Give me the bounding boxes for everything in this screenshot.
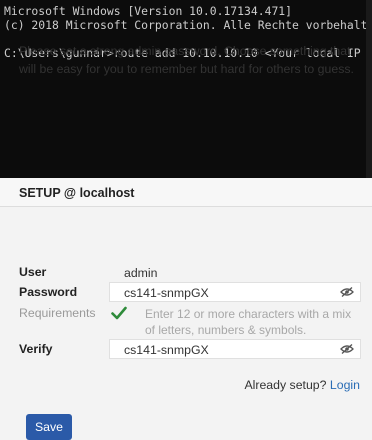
already-setup-text: Already setup? Login <box>244 378 360 392</box>
terminal-line-copyright: (c) 2018 Microsoft Corporation. Alle Rec… <box>4 18 372 32</box>
login-link[interactable]: Login <box>330 378 360 392</box>
user-field[interactable]: admin <box>109 262 361 282</box>
verify-label: Verify <box>19 342 53 356</box>
eye-slash-icon[interactable] <box>340 287 354 297</box>
verify-value: cs141-snmpGX <box>124 343 209 357</box>
setup-title: SETUP @ localhost <box>19 186 135 200</box>
already-setup-label: Already setup? <box>244 378 327 392</box>
terminal-line-version: Microsoft Windows [Version 10.0.17134.47… <box>4 4 293 18</box>
password-value: cs141-snmpGX <box>124 286 209 300</box>
eye-slash-icon[interactable] <box>340 344 354 354</box>
user-label: User <box>19 265 47 279</box>
setup-header: SETUP @ localhost <box>0 178 372 207</box>
user-value: admin <box>124 266 158 280</box>
verify-field[interactable]: cs141-snmpGX <box>109 339 361 359</box>
requirements-text: Enter 12 or more characters with a mix o… <box>145 307 352 337</box>
save-button[interactable]: Save <box>26 414 72 440</box>
password-field[interactable]: cs141-snmpGX <box>109 282 361 302</box>
checkmark-icon <box>111 306 127 320</box>
requirements-label: Requirements <box>19 306 96 320</box>
command-prompt-window[interactable]: Microsoft Windows [Version 10.0.17134.47… <box>0 0 372 178</box>
password-label: Password <box>19 285 78 299</box>
terminal-scrollbar[interactable] <box>366 0 372 178</box>
setup-intro-text: Please set a strong admin password. Choo… <box>19 44 354 76</box>
